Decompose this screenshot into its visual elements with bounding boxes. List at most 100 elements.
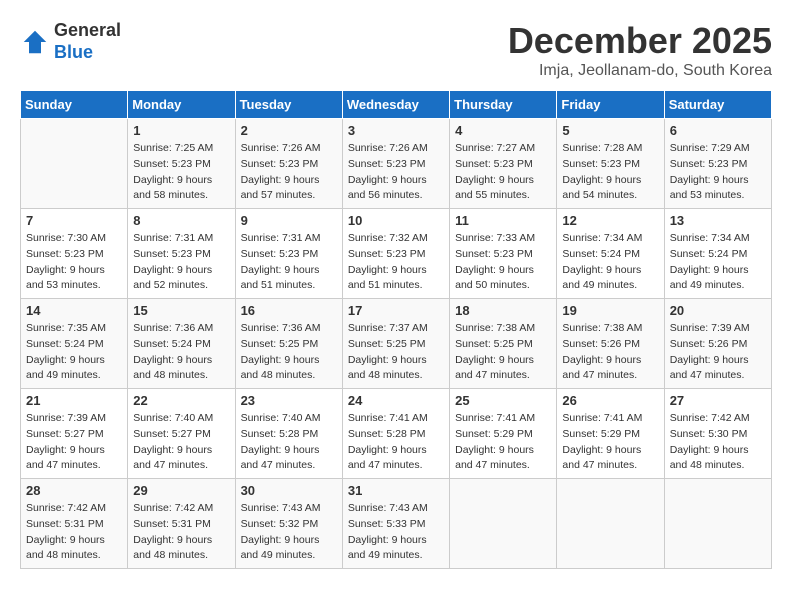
day-info: Sunrise: 7:34 AMSunset: 5:24 PMDaylight:…	[670, 231, 766, 294]
calendar-cell: 9Sunrise: 7:31 AMSunset: 5:23 PMDaylight…	[235, 209, 342, 299]
calendar-cell: 20 Sunrise: 7:39 AMSunset: 5:26 PMDayligh…	[664, 299, 771, 389]
calendar-header-row: SundayMondayTuesdayWednesdayThursdayFrid…	[21, 91, 772, 119]
calendar-cell: 14 Sunrise: 7:35 AMSunset: 5:24 PMDayligh…	[21, 299, 128, 389]
day-info: Sunrise: 7:31 AMSunset: 5:23 PMDaylight:…	[241, 231, 337, 294]
calendar-cell: 5 Sunrise: 7:28 AMSunset: 5:23 PMDaylight…	[557, 119, 664, 209]
day-number: 28	[26, 483, 122, 498]
day-info: Sunrise: 7:42 AMSunset: 5:30 PMDaylight:…	[670, 411, 766, 474]
day-info: Sunrise: 7:42 AMSunset: 5:31 PMDaylight:…	[26, 501, 122, 564]
day-header-monday: Monday	[128, 91, 235, 119]
day-number: 23	[241, 393, 337, 408]
page-header: General Blue December 2025 Imja, Jeollan…	[20, 20, 772, 80]
day-number: 6	[670, 123, 766, 138]
day-number: 29	[133, 483, 229, 498]
day-number: 21	[26, 393, 122, 408]
day-number: 26	[562, 393, 658, 408]
week-row-3: 14 Sunrise: 7:35 AMSunset: 5:24 PMDayligh…	[21, 299, 772, 389]
week-row-5: 28 Sunrise: 7:42 AMSunset: 5:31 PMDayligh…	[21, 479, 772, 569]
calendar-cell: 17 Sunrise: 7:37 AMSunset: 5:25 PMDayligh…	[342, 299, 449, 389]
day-info: Sunrise: 7:31 AMSunset: 5:23 PMDaylight:…	[133, 231, 229, 294]
calendar-cell: 27 Sunrise: 7:42 AMSunset: 5:30 PMDayligh…	[664, 389, 771, 479]
calendar-cell: 8 Sunrise: 7:31 AMSunset: 5:23 PMDaylight…	[128, 209, 235, 299]
day-number: 27	[670, 393, 766, 408]
day-number: 8	[133, 213, 229, 228]
day-number: 20	[670, 303, 766, 318]
day-number: 4	[455, 123, 551, 138]
day-number: 3	[348, 123, 444, 138]
day-number: 7	[26, 213, 122, 228]
day-header-sunday: Sunday	[21, 91, 128, 119]
calendar-cell: 13 Sunrise: 7:34 AMSunset: 5:24 PMDayligh…	[664, 209, 771, 299]
day-number: 17	[348, 303, 444, 318]
logo-text: General Blue	[54, 20, 121, 63]
day-number: 19	[562, 303, 658, 318]
day-header-friday: Friday	[557, 91, 664, 119]
calendar-cell	[21, 119, 128, 209]
day-header-wednesday: Wednesday	[342, 91, 449, 119]
calendar-cell: 12 Sunrise: 7:34 AMSunset: 5:24 PMDayligh…	[557, 209, 664, 299]
day-info: Sunrise: 7:36 AMSunset: 5:25 PMDaylight:…	[241, 321, 337, 384]
calendar-cell: 16Sunrise: 7:36 AMSunset: 5:25 PMDayligh…	[235, 299, 342, 389]
day-info: Sunrise: 7:40 AMSunset: 5:27 PMDaylight:…	[133, 411, 229, 474]
calendar-table: SundayMondayTuesdayWednesdayThursdayFrid…	[20, 90, 772, 569]
day-number: 24	[348, 393, 444, 408]
day-number: 13	[670, 213, 766, 228]
logo: General Blue	[20, 20, 121, 63]
calendar-cell: 22Sunrise: 7:40 AMSunset: 5:27 PMDayligh…	[128, 389, 235, 479]
day-info: Sunrise: 7:41 AMSunset: 5:29 PMDaylight:…	[455, 411, 551, 474]
logo-icon	[20, 27, 50, 57]
logo-general: General	[54, 20, 121, 40]
day-info: Sunrise: 7:26 AMSunset: 5:23 PMDaylight:…	[241, 141, 337, 204]
week-row-4: 21 Sunrise: 7:39 AMSunset: 5:27 PMDayligh…	[21, 389, 772, 479]
day-info: Sunrise: 7:38 AMSunset: 5:25 PMDaylight:…	[455, 321, 551, 384]
logo-blue: Blue	[54, 42, 93, 62]
calendar-cell: 3 Sunrise: 7:26 AMSunset: 5:23 PMDaylight…	[342, 119, 449, 209]
day-info: Sunrise: 7:33 AMSunset: 5:23 PMDaylight:…	[455, 231, 551, 294]
day-number: 1	[133, 123, 229, 138]
month-title: December 2025	[508, 20, 772, 62]
calendar-cell	[557, 479, 664, 569]
day-info: Sunrise: 7:41 AMSunset: 5:28 PMDaylight:…	[348, 411, 444, 474]
calendar-cell	[664, 479, 771, 569]
day-info: Sunrise: 7:42 AMSunset: 5:31 PMDaylight:…	[133, 501, 229, 564]
day-number: 30	[241, 483, 337, 498]
day-header-thursday: Thursday	[450, 91, 557, 119]
calendar-cell: 10Sunrise: 7:32 AMSunset: 5:23 PMDayligh…	[342, 209, 449, 299]
day-info: Sunrise: 7:26 AMSunset: 5:23 PMDaylight:…	[348, 141, 444, 204]
day-info: Sunrise: 7:39 AMSunset: 5:27 PMDaylight:…	[26, 411, 122, 474]
day-number: 5	[562, 123, 658, 138]
day-info: Sunrise: 7:41 AMSunset: 5:29 PMDaylight:…	[562, 411, 658, 474]
day-info: Sunrise: 7:29 AMSunset: 5:23 PMDaylight:…	[670, 141, 766, 204]
location: Imja, Jeollanam-do, South Korea	[508, 62, 772, 80]
calendar-cell: 29 Sunrise: 7:42 AMSunset: 5:31 PMDayligh…	[128, 479, 235, 569]
calendar-cell: 25Sunrise: 7:41 AMSunset: 5:29 PMDayligh…	[450, 389, 557, 479]
calendar-cell: 11Sunrise: 7:33 AMSunset: 5:23 PMDayligh…	[450, 209, 557, 299]
day-info: Sunrise: 7:27 AMSunset: 5:23 PMDaylight:…	[455, 141, 551, 204]
day-number: 18	[455, 303, 551, 318]
day-number: 10	[348, 213, 444, 228]
day-info: Sunrise: 7:39 AMSunset: 5:26 PMDaylight:…	[670, 321, 766, 384]
day-number: 12	[562, 213, 658, 228]
day-info: Sunrise: 7:36 AMSunset: 5:24 PMDaylight:…	[133, 321, 229, 384]
calendar-cell: 28 Sunrise: 7:42 AMSunset: 5:31 PMDayligh…	[21, 479, 128, 569]
day-info: Sunrise: 7:43 AMSunset: 5:32 PMDaylight:…	[241, 501, 337, 564]
calendar-cell: 21 Sunrise: 7:39 AMSunset: 5:27 PMDayligh…	[21, 389, 128, 479]
day-info: Sunrise: 7:34 AMSunset: 5:24 PMDaylight:…	[562, 231, 658, 294]
day-info: Sunrise: 7:30 AMSunset: 5:23 PMDaylight:…	[26, 231, 122, 294]
day-info: Sunrise: 7:38 AMSunset: 5:26 PMDaylight:…	[562, 321, 658, 384]
day-number: 2	[241, 123, 337, 138]
calendar-cell: 4 Sunrise: 7:27 AMSunset: 5:23 PMDaylight…	[450, 119, 557, 209]
week-row-1: 1 Sunrise: 7:25 AMSunset: 5:23 PMDaylight…	[21, 119, 772, 209]
day-info: Sunrise: 7:35 AMSunset: 5:24 PMDaylight:…	[26, 321, 122, 384]
day-info: Sunrise: 7:37 AMSunset: 5:25 PMDaylight:…	[348, 321, 444, 384]
calendar-cell: 2 Sunrise: 7:26 AMSunset: 5:23 PMDaylight…	[235, 119, 342, 209]
day-info: Sunrise: 7:28 AMSunset: 5:23 PMDaylight:…	[562, 141, 658, 204]
day-number: 14	[26, 303, 122, 318]
day-info: Sunrise: 7:43 AMSunset: 5:33 PMDaylight:…	[348, 501, 444, 564]
calendar-cell: 7 Sunrise: 7:30 AMSunset: 5:23 PMDaylight…	[21, 209, 128, 299]
day-header-tuesday: Tuesday	[235, 91, 342, 119]
day-info: Sunrise: 7:25 AMSunset: 5:23 PMDaylight:…	[133, 141, 229, 204]
calendar-cell: 1 Sunrise: 7:25 AMSunset: 5:23 PMDaylight…	[128, 119, 235, 209]
day-number: 31	[348, 483, 444, 498]
calendar-cell: 18 Sunrise: 7:38 AMSunset: 5:25 PMDayligh…	[450, 299, 557, 389]
